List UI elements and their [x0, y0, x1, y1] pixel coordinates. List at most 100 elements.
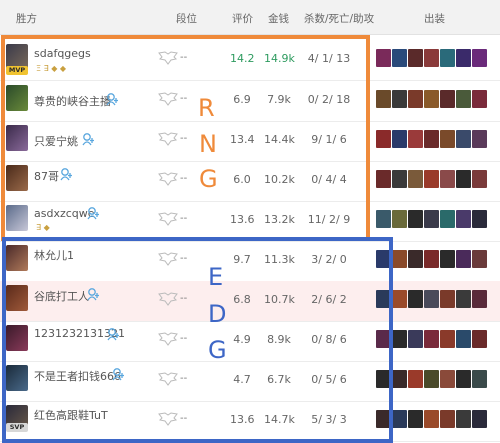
item-icon[interactable]: [408, 49, 423, 67]
item-icon[interactable]: [456, 130, 471, 148]
hero-avatar[interactable]: [6, 125, 28, 151]
item-icon[interactable]: [408, 90, 423, 108]
player-name[interactable]: 红色高跟鞋TuT: [34, 407, 108, 423]
item-icon[interactable]: [472, 49, 487, 67]
item-icon[interactable]: [424, 170, 439, 188]
item-icon[interactable]: [456, 330, 471, 348]
item-icon[interactable]: [440, 170, 455, 188]
item-icon[interactable]: [392, 410, 407, 428]
item-icon[interactable]: [424, 370, 439, 388]
item-icon[interactable]: [472, 210, 487, 228]
item-icon[interactable]: [440, 290, 455, 308]
item-icon[interactable]: [472, 170, 487, 188]
item-icon[interactable]: [440, 49, 455, 67]
item-icon[interactable]: [424, 49, 439, 67]
item-icon[interactable]: [408, 410, 423, 428]
follow-user-icon[interactable]: [112, 367, 126, 381]
item-icon[interactable]: [392, 90, 407, 108]
item-icon[interactable]: [408, 290, 423, 308]
hero-avatar[interactable]: [6, 205, 28, 231]
hero-avatar[interactable]: [6, 365, 28, 391]
item-icon[interactable]: [392, 210, 407, 228]
player-name[interactable]: 林允儿1: [34, 247, 74, 263]
player-name[interactable]: 尊贵的峡谷主播: [34, 93, 111, 109]
item-icon[interactable]: [472, 290, 487, 308]
item-icon[interactable]: [440, 330, 455, 348]
player-row[interactable]: 87哥 -- 6.0 10.2k 0/ 4/ 4: [0, 161, 500, 202]
item-icon[interactable]: [456, 210, 471, 228]
item-icon[interactable]: [408, 130, 423, 148]
item-icon[interactable]: [392, 330, 407, 348]
item-icon[interactable]: [440, 410, 455, 428]
follow-user-icon[interactable]: [60, 167, 74, 181]
item-icon[interactable]: [376, 410, 391, 428]
player-row[interactable]: 林允儿1 -- 9.7 11.3k 3/ 2/ 0: [0, 241, 500, 282]
item-icon[interactable]: [376, 130, 391, 148]
hero-avatar[interactable]: [6, 245, 28, 271]
hero-avatar[interactable]: [6, 325, 28, 351]
item-icon[interactable]: [376, 250, 391, 268]
item-icon[interactable]: [440, 250, 455, 268]
hero-avatar[interactable]: [6, 85, 28, 111]
player-name[interactable]: 不是王者扣钱666: [34, 368, 121, 384]
item-icon[interactable]: [408, 170, 423, 188]
player-name[interactable]: 谷底打工人: [34, 288, 89, 304]
player-name[interactable]: sdafqgegs: [34, 47, 91, 60]
item-icon[interactable]: [376, 210, 391, 228]
item-icon[interactable]: [440, 130, 455, 148]
item-icon[interactable]: [472, 330, 487, 348]
item-icon[interactable]: [408, 250, 423, 268]
follow-user-icon[interactable]: [107, 327, 121, 341]
item-icon[interactable]: [376, 370, 391, 388]
item-icon[interactable]: [456, 290, 471, 308]
item-icon[interactable]: [456, 170, 471, 188]
item-icon[interactable]: [376, 49, 391, 67]
item-icon[interactable]: [424, 130, 439, 148]
item-icon[interactable]: [440, 210, 455, 228]
item-icon[interactable]: [408, 370, 423, 388]
item-icon[interactable]: [392, 250, 407, 268]
item-icon[interactable]: [408, 330, 423, 348]
item-icon[interactable]: [472, 370, 487, 388]
follow-user-icon[interactable]: [106, 92, 120, 106]
player-name[interactable]: 87哥: [34, 168, 59, 184]
item-icon[interactable]: [376, 170, 391, 188]
player-name[interactable]: 只爱宁姚: [34, 133, 78, 149]
item-icon[interactable]: [376, 330, 391, 348]
player-row[interactable]: 只爱宁姚 -- 13.4 14.4k 9/ 1/ 6: [0, 121, 500, 162]
follow-user-icon[interactable]: [87, 206, 101, 220]
player-row[interactable]: asdxzcqwe ∃ ◆ -- 13.6 13.2k 11/ 2/ 9: [0, 201, 500, 242]
item-icon[interactable]: [472, 130, 487, 148]
item-icon[interactable]: [376, 90, 391, 108]
item-icon[interactable]: [392, 290, 407, 308]
item-icon[interactable]: [424, 210, 439, 228]
item-icon[interactable]: [456, 410, 471, 428]
item-icon[interactable]: [472, 250, 487, 268]
item-icon[interactable]: [456, 90, 471, 108]
player-row[interactable]: 不是王者扣钱666 -- 4.7 6.7k 0/ 5/ 6: [0, 361, 500, 402]
item-icon[interactable]: [424, 330, 439, 348]
item-icon[interactable]: [424, 90, 439, 108]
item-icon[interactable]: [456, 370, 471, 388]
hero-avatar[interactable]: [6, 165, 28, 191]
item-icon[interactable]: [456, 49, 471, 67]
item-icon[interactable]: [424, 290, 439, 308]
player-row[interactable]: 尊贵的峡谷主播 -- 6.9 7.9k 0/ 2/ 18: [0, 81, 500, 122]
item-icon[interactable]: [424, 250, 439, 268]
item-icon[interactable]: [472, 90, 487, 108]
player-row[interactable]: 谷底打工人 -- 6.8 10.7k 2/ 6/ 2: [0, 281, 500, 322]
item-icon[interactable]: [440, 90, 455, 108]
item-icon[interactable]: [392, 49, 407, 67]
follow-user-icon[interactable]: [82, 132, 96, 146]
player-row[interactable]: MVP sdafqgegs Ξ ∃ ◆ ◆ -- 14.2 14.9k 4/ 1…: [0, 40, 500, 81]
player-row[interactable]: 1231232131321 -- 4.9 8.9k 0/ 8/ 6: [0, 321, 500, 362]
player-name[interactable]: asdxzcqwe: [34, 207, 95, 220]
player-row[interactable]: SVP 红色高跟鞋TuT -- 13.6 14.7k 5/ 3/ 3: [0, 401, 500, 442]
item-icon[interactable]: [376, 290, 391, 308]
item-icon[interactable]: [392, 370, 407, 388]
item-icon[interactable]: [392, 170, 407, 188]
item-icon[interactable]: [440, 370, 455, 388]
follow-user-icon[interactable]: [87, 287, 101, 301]
item-icon[interactable]: [456, 250, 471, 268]
item-icon[interactable]: [392, 130, 407, 148]
